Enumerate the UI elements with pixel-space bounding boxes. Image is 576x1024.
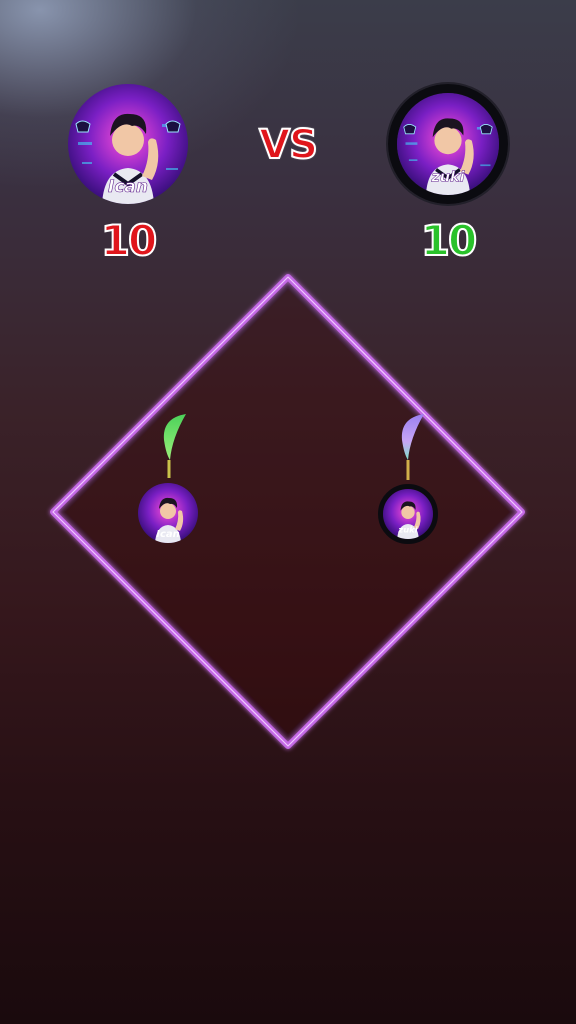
arena (50, 274, 525, 749)
player1-token-name: Ican (156, 529, 180, 540)
arena-diamond-border (50, 274, 525, 749)
player1-token: Ican (138, 483, 198, 543)
gamer-avatar-icon: Ican (138, 483, 198, 543)
gamer-avatar-icon: zuki (383, 489, 433, 539)
player2-token-name: zuki (397, 524, 417, 534)
player2-token: zuki (378, 484, 438, 544)
